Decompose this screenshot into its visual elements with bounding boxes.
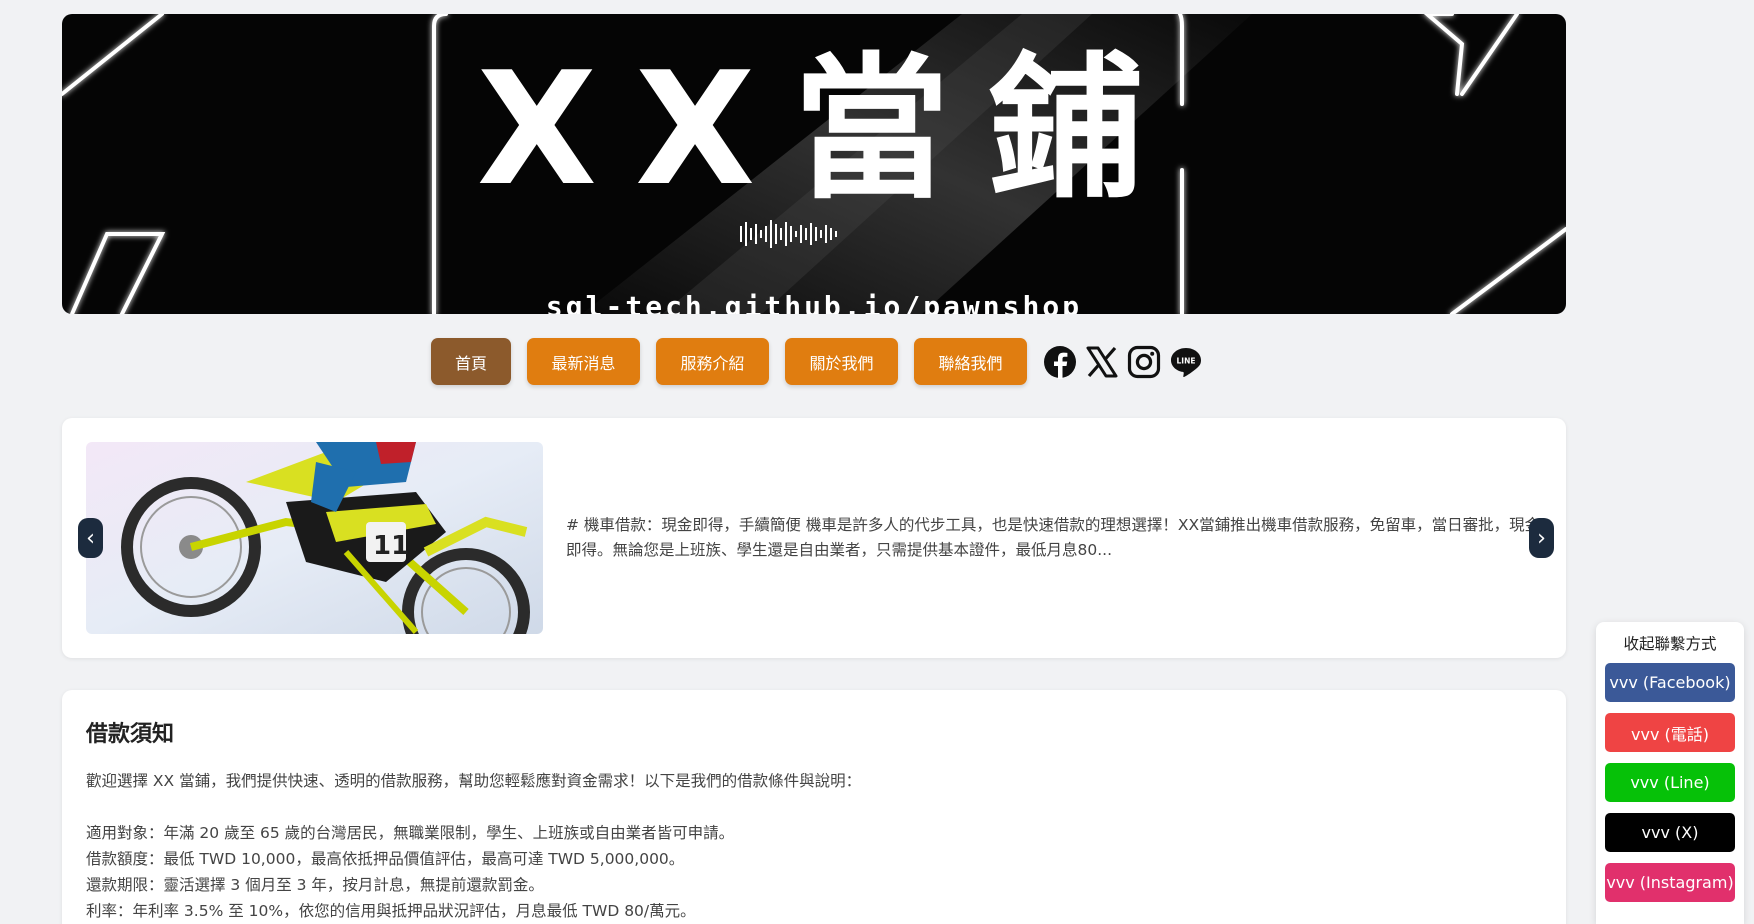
loan-notice-item: 適用對象：年滿 20 歲至 65 歲的台灣居民，無職業限制，學生、上班族或自由業… <box>86 824 735 842</box>
contact-x-button[interactable]: vvv (X) <box>1605 813 1735 852</box>
loan-notice-item: 借款額度：最低 TWD 10,000，最高依抵押品價值評估，最高可達 TWD 5… <box>86 850 685 868</box>
carousel-slide-text: # 機車借款：現金即得，手續簡便 機車是許多人的代步工具，也是快速借款的理想選擇… <box>566 516 1541 559</box>
news-carousel: 11 # 機車借款：現金即得，手續簡便 機車是許多人的代步工具，也是快速借款的理… <box>62 418 1566 658</box>
contact-instagram-button[interactable]: vvv (Instagram) <box>1605 863 1735 902</box>
nav-contact-button[interactable]: 聯絡我們 <box>914 338 1027 385</box>
main-nav: 首頁 最新消息 服務介紹 關於我們 聯絡我們 LINE <box>431 338 1211 385</box>
contact-panel: 收起聯繫方式 vvv (Facebook) vvv (電話) vvv (Line… <box>1596 622 1744 924</box>
svg-text:LINE: LINE <box>1177 356 1196 365</box>
banner-title: XX當鋪 <box>476 38 1182 220</box>
contact-facebook-button[interactable]: vvv (Facebook) <box>1605 663 1735 702</box>
x-icon[interactable] <box>1085 345 1119 379</box>
line-icon[interactable]: LINE <box>1169 345 1203 379</box>
loan-notice-title: 借款須知 <box>86 722 175 747</box>
carousel-next-button[interactable]: › <box>1529 518 1554 558</box>
loan-notice-item: 還款期限：靈活選擇 3 個月至 3 年，按月計息，無提前還款罰金。 <box>86 876 544 894</box>
carousel-prev-button[interactable]: ‹ <box>78 518 103 558</box>
svg-text:11: 11 <box>373 531 409 561</box>
instagram-icon[interactable] <box>1127 345 1161 379</box>
loan-notice-intro: 歡迎選擇 XX 當鋪，我們提供快速、透明的借款服務，幫助您輕鬆應對資金需求！以下… <box>86 772 862 790</box>
nav-news-button[interactable]: 最新消息 <box>527 338 640 385</box>
banner-url: sql-tech.github.io/pawnshop <box>545 290 1083 314</box>
motorcycle-image: 11 <box>86 442 543 634</box>
hero-banner: XX當鋪 sql-tech.github.io/pawnshop <box>62 14 1566 314</box>
facebook-icon[interactable] <box>1043 345 1077 379</box>
nav-home-button[interactable]: 首頁 <box>431 338 511 385</box>
loan-notice-item: 利率：年利率 3.5% 至 10%，依您的信用與抵押品狀況評估，月息最低 TWD… <box>86 902 696 920</box>
contact-line-button[interactable]: vvv (Line) <box>1605 763 1735 802</box>
loan-notice-section: 借款須知 歡迎選擇 XX 當鋪，我們提供快速、透明的借款服務，幫助您輕鬆應對資金… <box>62 690 1566 924</box>
nav-services-button[interactable]: 服務介紹 <box>656 338 769 385</box>
nav-about-button[interactable]: 關於我們 <box>785 338 898 385</box>
social-links: LINE <box>1043 345 1211 379</box>
contact-phone-button[interactable]: vvv (電話) <box>1605 713 1735 752</box>
collapse-contact-button[interactable]: 收起聯繫方式 <box>1605 632 1735 654</box>
